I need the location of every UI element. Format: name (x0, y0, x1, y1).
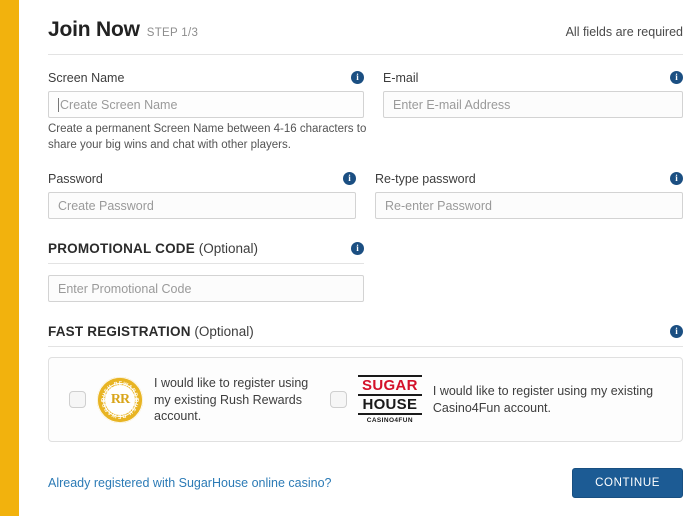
casino4fun-option-label: I would like to register using my existi… (432, 384, 654, 415)
email-label: E-mail (383, 70, 419, 85)
fast-option-rush-rewards[interactable]: RUSH REWARDS RUSH REWARDS RR I would lik… (55, 375, 315, 425)
password-placeholder: Create Password (58, 198, 154, 213)
form-footer: Already registered with SugarHouse onlin… (36, 442, 683, 499)
title-group: Join Now STEP 1/3 (48, 18, 198, 42)
fast-registration-title-text: FAST REGISTRATION (48, 324, 191, 340)
all-fields-required-note: All fields are required (565, 25, 683, 39)
left-accent-bar (0, 0, 19, 516)
info-icon[interactable]: i (351, 242, 364, 256)
password-input[interactable]: Create Password (48, 192, 356, 220)
svg-text:RUSH REWARDS: RUSH REWARDS (101, 398, 139, 419)
sugarhouse-casino4fun-logo: SUGAR HOUSE CASINO4FUN (357, 375, 422, 425)
screen-name-helper-text: Create a permanent Screen Name between 4… (48, 123, 367, 151)
field-password: Password i Create Password (48, 170, 356, 220)
field-screen-name: Screen Name i Create Screen Name Create … (48, 69, 366, 153)
sugarhouse-logo-house: HOUSE (362, 396, 418, 413)
already-registered-link[interactable]: Already registered with SugarHouse onlin… (48, 476, 332, 490)
fast-registration-section: FAST REGISTRATION (Optional) i RUSH REWA… (36, 324, 683, 443)
screen-name-label-row: Screen Name i (48, 69, 364, 86)
info-icon[interactable]: i (670, 71, 683, 84)
rush-rewards-option-label: I would like to register using my existi… (154, 376, 309, 423)
promotional-code-title-text: PROMOTIONAL CODE (48, 241, 195, 257)
fast-option-casino4fun[interactable]: SUGAR HOUSE CASINO4FUN I would like to r… (315, 375, 676, 425)
promotional-code-placeholder: Enter Promotional Code (58, 281, 192, 296)
page-title: Join Now (48, 18, 140, 41)
email-label-row: E-mail i (383, 69, 683, 86)
rush-rewards-logo: RUSH REWARDS RUSH REWARDS RR (97, 376, 143, 423)
info-icon[interactable]: i (343, 172, 356, 186)
join-now-form-page: Join Now STEP 1/3 All fields are require… (19, 0, 700, 516)
promotional-code-field: Enter Promotional Code (48, 275, 364, 303)
password-label-row: Password i (48, 170, 356, 187)
casino4fun-checkbox[interactable] (329, 391, 347, 409)
fast-registration-optional: (Optional) (194, 324, 254, 340)
text-caret (58, 97, 59, 112)
info-icon[interactable]: i (670, 325, 683, 339)
registration-fields: Screen Name i Create Screen Name Create … (36, 55, 683, 220)
row-screen-name-email: Screen Name i Create Screen Name Create … (48, 69, 683, 153)
promotional-code-optional: (Optional) (198, 241, 259, 257)
info-icon[interactable]: i (670, 172, 683, 186)
row-spacer (48, 153, 683, 170)
promotional-code-input[interactable]: Enter Promotional Code (48, 275, 364, 303)
fast-registration-header: FAST REGISTRATION (Optional) i (48, 324, 683, 339)
step-indicator: STEP 1/3 (146, 27, 199, 39)
retype-password-placeholder: Re-enter Password (385, 198, 492, 213)
info-icon[interactable]: i (351, 71, 364, 84)
continue-button[interactable]: CONTINUE (572, 468, 683, 499)
promotional-code-title: PROMOTIONAL CODE (Optional) (48, 241, 258, 256)
field-retype-password: Re-type password i Re-enter Password (375, 170, 683, 220)
fast-registration-divider (48, 346, 683, 348)
email-input[interactable]: Enter E-mail Address (383, 91, 683, 118)
email-placeholder: Enter E-mail Address (393, 97, 511, 112)
retype-password-label-row: Re-type password i (375, 170, 683, 187)
retype-password-label: Re-type password (375, 171, 476, 186)
field-email: E-mail i Enter E-mail Address (383, 69, 683, 153)
rush-rewards-checkbox[interactable] (69, 391, 86, 409)
row-password-retype: Password i Create Password Re-type passw… (48, 170, 683, 220)
password-label: Password (48, 171, 103, 186)
promotional-code-divider (48, 263, 364, 265)
page-header: Join Now STEP 1/3 All fields are require… (36, 0, 683, 54)
sugarhouse-logo-casino4fun: CASINO4FUN (366, 417, 413, 424)
fast-registration-options-box: RUSH REWARDS RUSH REWARDS RR I would lik… (48, 357, 683, 443)
screen-name-label: Screen Name (48, 70, 125, 85)
promotional-code-section: PROMOTIONAL CODE (Optional) i Enter Prom… (36, 241, 683, 303)
sugarhouse-logo-sugar: SUGAR (362, 377, 418, 394)
screen-name-placeholder: Create Screen Name (60, 97, 178, 112)
fast-registration-title: FAST REGISTRATION (Optional) (48, 324, 254, 339)
screen-name-input[interactable]: Create Screen Name (48, 91, 364, 118)
retype-password-input[interactable]: Re-enter Password (375, 192, 683, 220)
promotional-code-header: PROMOTIONAL CODE (Optional) i (48, 241, 364, 256)
